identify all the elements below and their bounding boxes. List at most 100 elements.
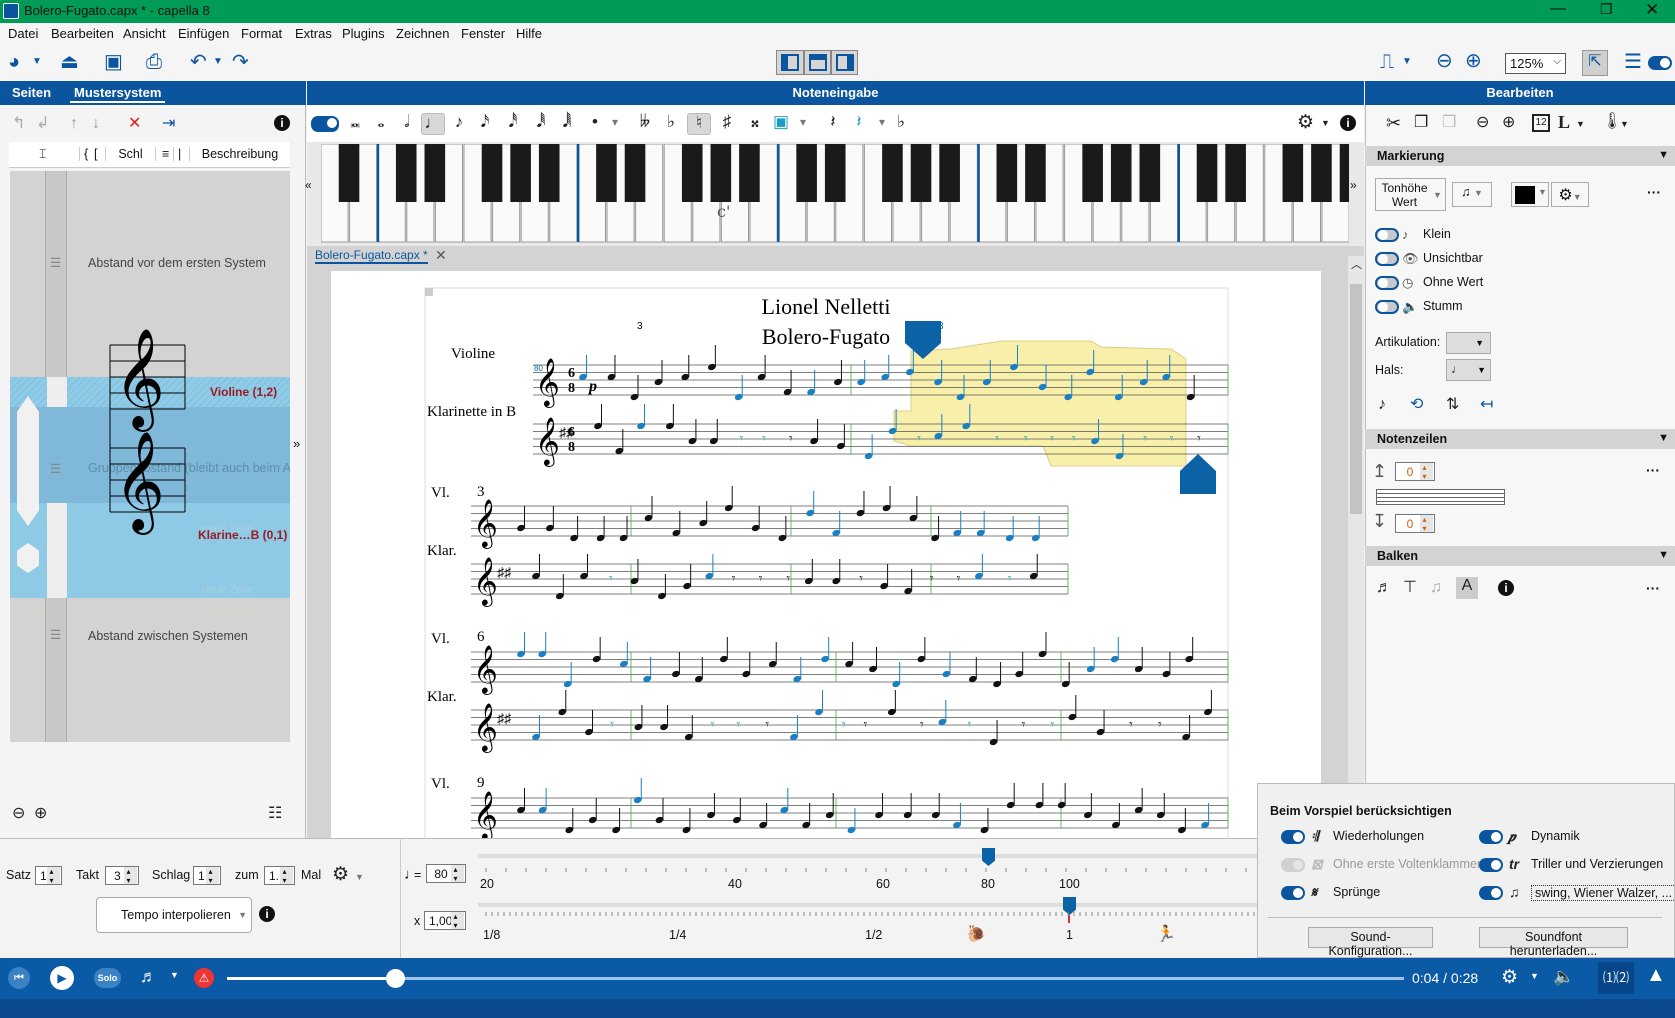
- menu-plugins[interactable]: Plugins: [342, 26, 385, 41]
- clarinet-staff-label[interactable]: Klarine…B (0,1): [198, 528, 287, 542]
- menu-zeichnen[interactable]: Zeichnen: [396, 26, 449, 41]
- zoom-out-icon[interactable]: ⊖: [1436, 50, 1453, 72]
- insert-above-icon[interactable]: ↰: [12, 115, 25, 133]
- play-button[interactable]: ▶: [50, 966, 74, 990]
- column-bar[interactable]: |: [173, 147, 181, 161]
- bpm-input[interactable]: 80: [426, 864, 466, 883]
- toggle-ohne-wert[interactable]: [1375, 276, 1399, 290]
- layout-icon[interactable]: L: [1558, 113, 1570, 131]
- space-above-input[interactable]: 0: [1395, 462, 1435, 481]
- column-description[interactable]: Beschreibung: [189, 147, 290, 161]
- flip-stem-icon[interactable]: ⇅: [1446, 396, 1459, 414]
- template-view-icon[interactable]: ☷: [268, 805, 282, 823]
- remove-note-icon[interactable]: ⊖: [1476, 114, 1489, 132]
- menu-einfuegen[interactable]: Einfügen: [178, 26, 229, 41]
- beam-start-icon[interactable]: ⊤: [1403, 579, 1417, 597]
- instrument-mixer-icon[interactable]: ♬: [140, 967, 157, 987]
- zoom-select[interactable]: 125% ⌵: [1505, 53, 1566, 74]
- movement-input[interactable]: 1: [35, 866, 62, 885]
- half-note-icon[interactable]: 𝅗𝅥: [395, 113, 419, 135]
- whole-note-icon[interactable]: 𝅝: [369, 113, 393, 135]
- toggle-right-1[interactable]: [1479, 858, 1503, 872]
- page-view-icon[interactable]: ⎍: [1380, 51, 1394, 73]
- piano-scroll-right[interactable]: »: [1350, 178, 1357, 192]
- more-options-icon[interactable]: ···: [1646, 462, 1660, 478]
- zoom-in-icon[interactable]: ⊕: [1465, 50, 1482, 72]
- menu-hilfe[interactable]: Hilfe: [516, 26, 542, 41]
- marking-section-header[interactable]: Markierung: [1365, 146, 1675, 166]
- paste-icon[interactable]: ❐: [1442, 114, 1456, 132]
- violin-staff-label[interactable]: Violine (1,2): [210, 385, 277, 399]
- menu-fenster[interactable]: Fenster: [461, 26, 505, 41]
- move-up-icon[interactable]: ↑: [70, 115, 78, 133]
- toggle-klein[interactable]: [1375, 228, 1399, 242]
- info-icon[interactable]: i: [1340, 115, 1356, 131]
- settings-gear-icon[interactable]: ⚙: [1297, 113, 1314, 132]
- layout-dropdown-icon[interactable]: ▼: [1576, 115, 1585, 133]
- menu-format[interactable]: Format: [241, 26, 282, 41]
- document-tab[interactable]: Bolero-Fugato.capx *: [315, 248, 428, 264]
- select-tool-icon[interactable]: ⇱: [1582, 50, 1608, 76]
- piano-keyboard[interactable]: « » c': [305, 142, 1364, 246]
- column-lines[interactable]: ≡: [155, 147, 169, 161]
- score-canvas[interactable]: Lionel Nelletti Bolero-Fugato 𝄞𝄞 ♯♯𝄞𝄞 ♯♯𝄞𝄞…: [331, 271, 1321, 838]
- tempo-dropdown-icon[interactable]: ▼: [1530, 971, 1539, 981]
- measure-input[interactable]: 3: [105, 866, 139, 885]
- mixer-dropdown-icon[interactable]: ▼: [170, 970, 179, 980]
- copy-icon[interactable]: ❐: [1414, 114, 1428, 132]
- piano-scroll-left[interactable]: «: [305, 178, 312, 192]
- rest-icon[interactable]: 𝄽: [821, 113, 845, 135]
- tab-mustersystem[interactable]: Mustersystem: [70, 85, 166, 103]
- volume-icon[interactable]: 🔈: [1553, 967, 1574, 987]
- undo-icon[interactable]: ↶: [190, 51, 207, 73]
- chord-note-icon[interactable]: ♭: [889, 113, 913, 135]
- color-select[interactable]: ▼: [1511, 182, 1549, 207]
- playback-progress[interactable]: [227, 969, 1404, 988]
- beam-break-icon[interactable]: ♬: [1376, 579, 1392, 597]
- more-options-icon[interactable]: ···: [1647, 184, 1661, 200]
- page-view-dropdown-icon[interactable]: ▼: [1402, 51, 1412, 73]
- minimize-button[interactable]: —: [1550, 0, 1566, 18]
- new-dropdown-icon[interactable]: ▼: [32, 51, 42, 73]
- 64th-note-icon[interactable]: 𝅘𝅥𝅱: [529, 113, 553, 135]
- double-sharp-icon[interactable]: 𝄪: [743, 113, 767, 135]
- dot-dropdown-icon[interactable]: ▾: [603, 113, 627, 135]
- menu-bearbeiten[interactable]: Bearbeiten: [51, 26, 114, 41]
- measure-number-icon[interactable]: 12: [1532, 114, 1550, 132]
- double-flat-icon[interactable]: 𝄫: [633, 113, 657, 135]
- delete-icon[interactable]: ✕: [128, 115, 141, 133]
- 32nd-note-icon[interactable]: 𝅘𝅥𝅰: [501, 113, 525, 135]
- quarter-note-icon[interactable]: ♩: [421, 113, 445, 135]
- factor-input[interactable]: 1,00: [424, 911, 466, 930]
- zoom-in-icon[interactable]: ⊕: [34, 805, 47, 823]
- more-options-icon[interactable]: ···: [1646, 580, 1660, 596]
- add-note-icon[interactable]: ⊕: [1502, 114, 1515, 132]
- redo-icon[interactable]: ↷: [232, 51, 249, 73]
- beam-continue-icon[interactable]: ♫: [1430, 579, 1442, 597]
- restore-button[interactable]: ❐: [1600, 1, 1613, 18]
- split-view-icon[interactable]: ⑴⑵: [1598, 962, 1634, 994]
- save-icon[interactable]: ▣: [104, 51, 123, 73]
- top-panel-toggle[interactable]: [804, 50, 831, 75]
- brevis-icon[interactable]: 𝅜: [343, 113, 367, 135]
- info-icon[interactable]: i: [274, 115, 290, 131]
- eighth-note-icon[interactable]: ♪: [447, 113, 471, 135]
- column-clef[interactable]: Schl: [105, 147, 155, 161]
- column-brace[interactable]: {: [79, 147, 88, 161]
- close-tab-icon[interactable]: ✕: [435, 247, 447, 264]
- settings-dropdown-icon[interactable]: ▼: [1321, 114, 1330, 132]
- rewind-button[interactable]: ⏮: [8, 967, 30, 989]
- natural-icon[interactable]: ♮: [687, 113, 711, 135]
- undo-dropdown-icon[interactable]: ▼: [213, 51, 223, 73]
- indent-icon[interactable]: ⇥: [162, 115, 175, 133]
- vertical-scrollbar[interactable]: ︿: [1348, 256, 1364, 838]
- sharp-icon[interactable]: ♯: [715, 113, 739, 135]
- tuplet-select[interactable]: ♫ ▼: [1452, 182, 1492, 207]
- beat-input[interactable]: 1: [193, 866, 221, 885]
- open-icon[interactable]: ⏏: [60, 51, 79, 73]
- tab-seiten[interactable]: Seiten: [12, 85, 51, 100]
- auto-rest-icon[interactable]: 𝄽: [847, 113, 871, 135]
- position-settings-dropdown-icon[interactable]: ▼: [355, 868, 364, 886]
- articulation-select[interactable]: ▼: [1446, 332, 1491, 354]
- playback-toggle[interactable]: [1648, 56, 1672, 70]
